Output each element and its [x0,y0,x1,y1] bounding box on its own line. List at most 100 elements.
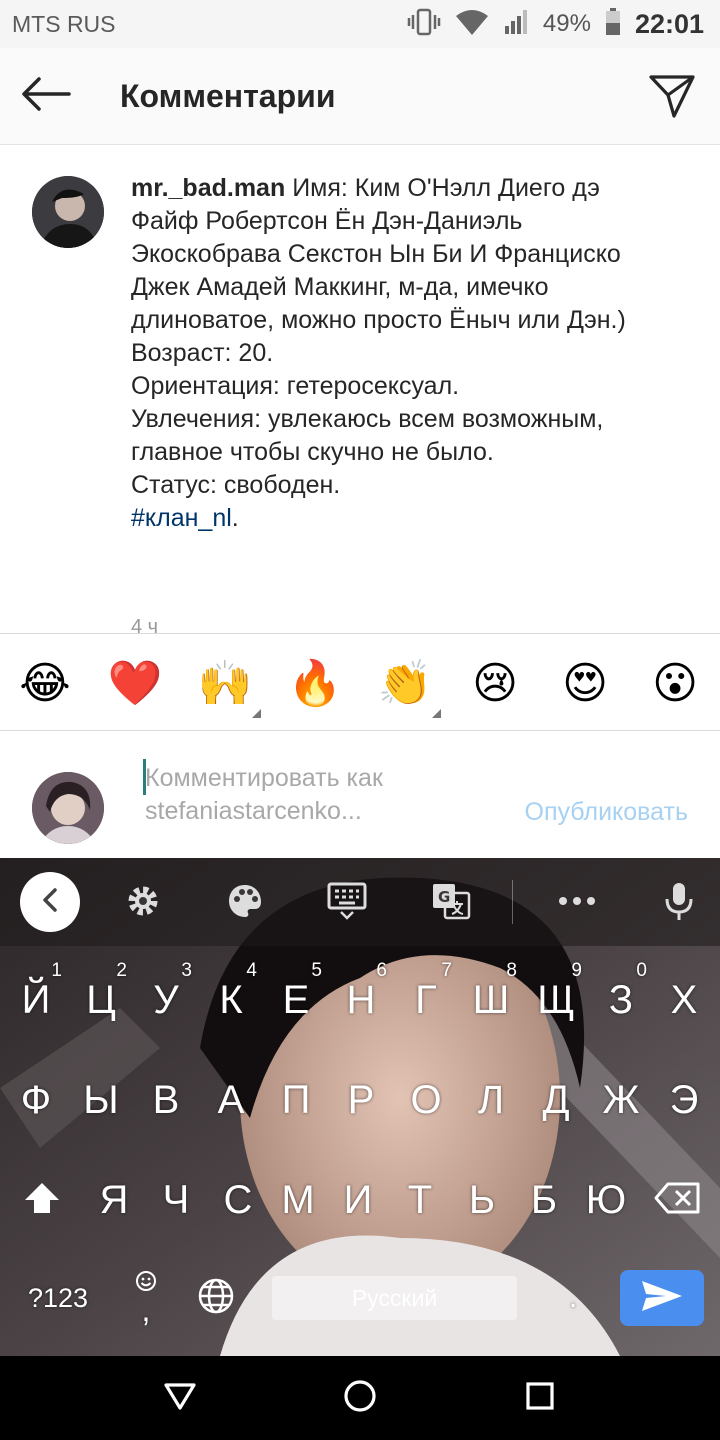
comment-line: Ориентация: гетеросексуал. [131,372,460,400]
back-button[interactable] [16,70,76,122]
key-г[interactable]: Г7 [394,950,458,1050]
app-bar: Комментарии [0,48,720,145]
key-с[interactable]: С [206,1150,270,1250]
translate-button[interactable]: G [428,880,474,926]
emoji-clapping[interactable]: 👏 [377,656,441,718]
key-п[interactable]: П [264,1050,328,1150]
key-ж[interactable]: Ж [589,1050,653,1150]
page-title: Комментарии [120,78,336,114]
comment-username[interactable]: mr._bad.man [131,174,285,202]
palette-icon [226,882,264,925]
key-н[interactable]: Н6 [329,950,393,1050]
comment-input[interactable]: Комментировать как stefaniastarcenko... [145,762,485,828]
more-button[interactable] [554,880,600,926]
signal-icon [503,8,529,41]
key-ч[interactable]: Ч [144,1150,208,1250]
key-label: Н [346,977,376,1022]
hashtag-link[interactable]: #клан_nl [131,504,232,532]
key-ь[interactable]: Ь [450,1150,514,1250]
emoji-surprised[interactable]: 😮 [647,656,703,712]
nav-recents-button[interactable] [520,1378,560,1418]
key-а[interactable]: А [199,1050,263,1150]
key-hint: 8 [506,960,517,981]
key-hint: 4 [246,960,257,981]
user-avatar [32,772,104,844]
key-label: Й [21,977,51,1022]
nav-back-button[interactable] [160,1378,200,1418]
voice-input-button[interactable] [656,880,702,926]
key-р[interactable]: Р [329,1050,393,1150]
recents-square-icon [525,1381,555,1416]
comma-emoji-key[interactable]: , [120,1263,172,1329]
send-key[interactable] [620,1270,704,1326]
key-э[interactable]: Э [652,1050,716,1150]
comment-line: Возраст: 20. [131,339,274,367]
key-label: У [153,977,179,1022]
key-е[interactable]: Е5 [264,950,328,1050]
backspace-key[interactable] [644,1150,710,1250]
status-bar: MTS RUS 49% 22:01 [0,0,720,48]
mic-icon [664,881,694,926]
key-ф[interactable]: Ф [4,1050,68,1150]
key-у[interactable]: У3 [134,950,198,1050]
key-label: Е [282,977,310,1022]
theme-button[interactable] [222,880,268,926]
emoji-fire[interactable]: 🔥 [287,656,343,712]
skin-tone-indicator [432,709,441,718]
one-hand-mode-button[interactable] [324,880,370,926]
key-label: Ш [472,977,510,1022]
key-я[interactable]: Я [82,1150,146,1250]
key-и[interactable]: И [326,1150,390,1250]
comment-line: Увлечения: увлекаюсь всем возможным, гла… [131,405,604,466]
shift-key[interactable] [10,1150,74,1250]
collapse-toolbar-button[interactable] [20,872,80,932]
avatar[interactable] [32,176,104,248]
period-key[interactable]: . [548,1270,598,1326]
key-ц[interactable]: Ц2 [69,950,133,1050]
key-з[interactable]: З0 [589,950,653,1050]
battery-percent: 49% [542,10,591,37]
shift-arrow-icon [23,1181,61,1220]
key-label: З [608,977,634,1022]
key-т[interactable]: Т [388,1150,452,1250]
key-б[interactable]: Б [512,1150,576,1250]
key-в[interactable]: В [134,1050,198,1150]
key-м[interactable]: М [266,1150,330,1250]
key-hint: 9 [571,960,582,981]
key-д[interactable]: Д [524,1050,588,1150]
language-key[interactable] [190,1270,242,1326]
emoji-tears-of-joy[interactable]: 😂 [17,656,73,712]
share-button[interactable] [644,70,700,126]
nav-home-button[interactable] [340,1378,380,1418]
hashtag-suffix: . [231,504,239,532]
key-ы[interactable]: Ы [69,1050,133,1150]
paper-plane-icon [648,73,696,124]
space-key[interactable]: Русский [272,1276,517,1320]
publish-button[interactable]: Опубликовать [525,798,688,827]
key-ю[interactable]: Ю [574,1150,638,1250]
key-hint: 0 [636,960,647,981]
settings-button[interactable] [120,880,166,926]
emoji-heart[interactable]: ❤️ [107,656,163,712]
key-label: Г [415,977,437,1022]
symbols-key[interactable]: ?123 [14,1270,102,1326]
emoji-crying[interactable]: 😢 [467,656,523,712]
status-icons: 49% 22:01 [407,7,704,41]
key-л[interactable]: Л [459,1050,523,1150]
skin-tone-indicator [252,709,261,718]
emoji-heart-eyes[interactable]: 😍 [557,656,613,712]
key-ш[interactable]: Ш8 [459,950,523,1050]
key-щ[interactable]: Щ9 [524,950,588,1050]
key-к[interactable]: К4 [199,950,263,1050]
comment-text: mr._bad.man Имя: Ким О'Нэлл Диего дэ Фай… [131,172,661,535]
key-х[interactable]: Х [652,950,716,1050]
key-й[interactable]: Й1 [4,950,68,1050]
wifi-icon [455,8,489,41]
key-о[interactable]: О [394,1050,458,1150]
comma-label: , [141,1291,151,1328]
settings-icon [124,882,162,925]
emoji-raised-hands[interactable]: 🙌 [197,656,261,718]
key-hint: 1 [51,960,62,981]
key-label: Ц [86,977,116,1022]
comment-timestamp: 4 ч [131,616,159,633]
